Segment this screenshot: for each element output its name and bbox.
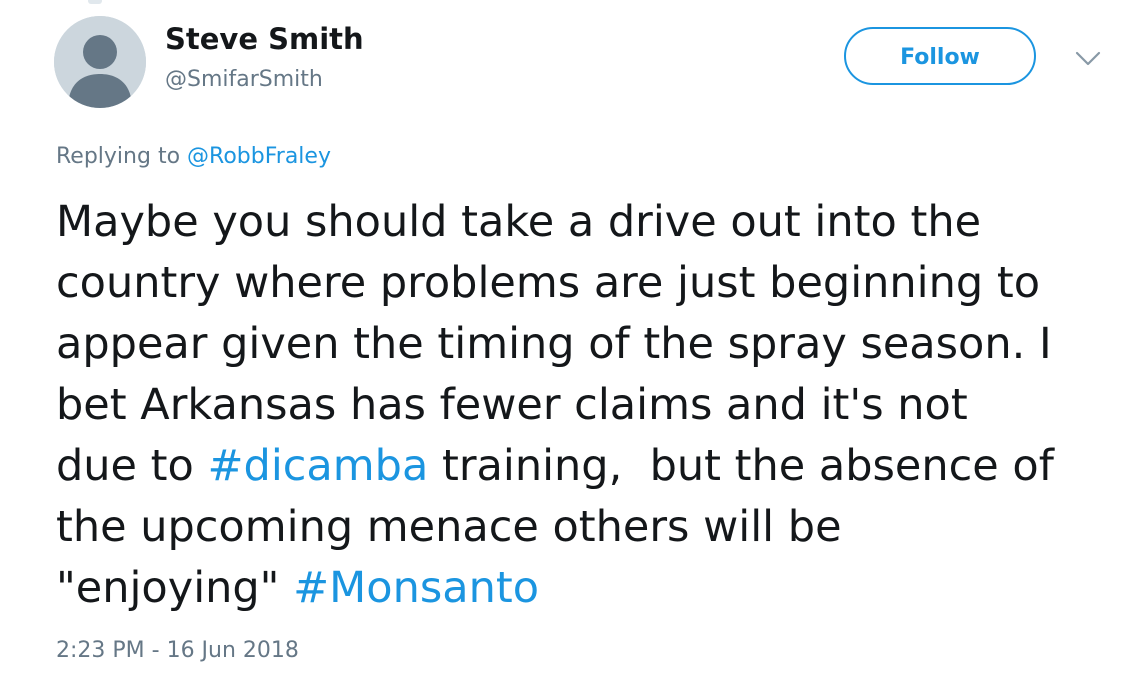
default-avatar-icon: [54, 16, 146, 108]
text-segment: due to: [56, 441, 208, 491]
replying-to-label: Replying to: [56, 144, 181, 169]
tweet-text-line: Maybe you should take a drive out into t…: [56, 197, 982, 247]
tweet-text-line: "enjoying" #Monsanto: [56, 558, 1126, 619]
text-segment: training, but the absence of: [428, 441, 1054, 491]
follow-button[interactable]: Follow: [844, 27, 1036, 85]
reply-handle-link[interactable]: @RobbFraley: [187, 144, 331, 169]
author-handle[interactable]: @SmifarSmith: [165, 67, 323, 92]
tweet-text-line: bet Arkansas has fewer claims and it's n…: [56, 380, 968, 430]
tweet-text-line: due to #dicamba training, but the absenc…: [56, 436, 1126, 497]
tweet-text-line: appear given the timing of the spray sea…: [56, 319, 1052, 369]
replying-to: Replying to @RobbFraley: [56, 144, 331, 169]
tweet-text-line: country where problems are just beginnin…: [56, 258, 1041, 308]
tweet-text-line: the upcoming menace others will be: [56, 502, 842, 552]
chevron-down-icon[interactable]: [1074, 49, 1102, 69]
hashtag-dicamba-link[interactable]: #dicamba: [208, 441, 429, 491]
hashtag-monsanto-link[interactable]: #Monsanto: [293, 563, 539, 613]
avatar[interactable]: [54, 16, 146, 108]
tweet-text: Maybe you should take a drive out into t…: [56, 192, 1126, 619]
previous-tweet-edge: [88, 0, 102, 4]
text-segment: "enjoying": [56, 563, 294, 613]
author-display-name[interactable]: Steve Smith: [165, 22, 364, 56]
tweet-timestamp[interactable]: 2:23 PM - 16 Jun 2018: [56, 638, 299, 663]
